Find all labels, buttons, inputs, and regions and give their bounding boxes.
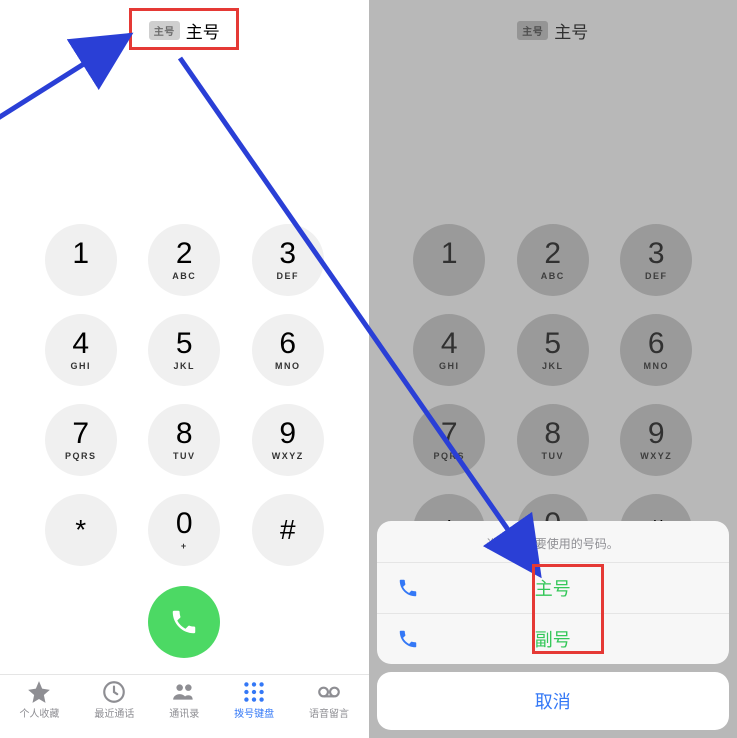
- call-button[interactable]: [148, 586, 220, 658]
- sim-selector[interactable]: 主号 主号: [0, 0, 369, 55]
- sim-selection-sheet: 选择现在要使用的号码。 主号 副号: [377, 521, 730, 664]
- tab-voicemail[interactable]: 语音留言: [309, 681, 349, 720]
- voicemail-icon: [316, 681, 342, 703]
- key-8[interactable]: 8 TUV: [148, 404, 220, 476]
- tab-label: 个人收藏: [19, 705, 59, 720]
- key-letters: +: [181, 541, 188, 551]
- key-2[interactable]: 2 ABC: [148, 224, 220, 296]
- keypad-icon: [241, 681, 267, 703]
- key-digit: 4: [72, 329, 89, 359]
- sim-label: 主号: [186, 18, 220, 43]
- key-4[interactable]: 4 GHI: [45, 314, 117, 386]
- tab-keypad[interactable]: 拨号键盘: [234, 681, 274, 720]
- key-digit: 1: [72, 239, 89, 269]
- key-digit: #: [280, 514, 296, 546]
- key-digit: 0: [176, 509, 193, 539]
- tab-label: 通讯录: [169, 705, 199, 720]
- sheet-title: 选择现在要使用的号码。: [377, 521, 730, 563]
- option-label: 副号: [535, 626, 571, 652]
- key-letters: PQRS: [65, 451, 97, 461]
- star-icon: [26, 681, 52, 703]
- key-digit: 6: [279, 329, 296, 359]
- key-*[interactable]: *: [45, 494, 117, 566]
- key-letters: GHI: [70, 361, 91, 371]
- key-digit: 8: [176, 419, 193, 449]
- key-letters: WXYZ: [272, 451, 304, 461]
- key-3[interactable]: 3 DEF: [252, 224, 324, 296]
- sim-badge-icon: 主号: [149, 21, 180, 40]
- key-letters: ABC: [172, 271, 196, 281]
- key-letters: DEF: [277, 271, 300, 281]
- annotation-header-box: [129, 8, 239, 50]
- tab-label: 拨号键盘: [234, 705, 274, 720]
- key-letters: TUV: [173, 451, 196, 461]
- key-1[interactable]: 1: [45, 224, 117, 296]
- phone-icon: [397, 628, 419, 650]
- key-digit: 2: [176, 239, 193, 269]
- key-letters: JKL: [173, 361, 195, 371]
- key-#[interactable]: #: [252, 494, 324, 566]
- sheet-cancel-button[interactable]: 取消: [377, 672, 730, 730]
- key-6[interactable]: 6 MNO: [252, 314, 324, 386]
- key-digit: 9: [279, 419, 296, 449]
- dial-keypad: 1 2ABC3DEF4GHI5JKL6MNO7PQRS8TUV9WXYZ*0+#: [0, 224, 369, 566]
- key-5[interactable]: 5 JKL: [148, 314, 220, 386]
- sheet-option-secondary[interactable]: 副号: [377, 614, 730, 664]
- option-label: 主号: [535, 575, 571, 601]
- key-9[interactable]: 9 WXYZ: [252, 404, 324, 476]
- phone-icon: [397, 577, 419, 599]
- key-0[interactable]: 0+: [148, 494, 220, 566]
- tab-label: 最近通话: [94, 705, 134, 720]
- dialer-screen-normal: 主号 主号 1 2 ABC 3 DEF 4 GHI 5 JKL 6 MNO 7 PQRS 8 TUV 9 WX…: [0, 0, 369, 738]
- key-letters: MNO: [275, 361, 301, 371]
- tab-star[interactable]: 个人收藏: [19, 681, 59, 720]
- clock-icon: [101, 681, 127, 703]
- dialer-screen-overlay: 主号 主号 1 2ABC3DEF4GHI5JKL6MNO7PQRS8TUV9WX…: [369, 0, 737, 738]
- key-7[interactable]: 7 PQRS: [45, 404, 117, 476]
- tab-label: 语音留言: [309, 705, 349, 720]
- tab-people[interactable]: 通讯录: [169, 681, 199, 720]
- people-icon: [171, 681, 197, 703]
- tab-bar: 个人收藏 最近通话 通讯录 拨号键盘 语音留言: [0, 674, 369, 730]
- sheet-option-primary[interactable]: 主号: [377, 563, 730, 614]
- key-digit: 5: [176, 329, 193, 359]
- tab-clock[interactable]: 最近通话: [94, 681, 134, 720]
- key-digit: 7: [72, 419, 89, 449]
- phone-icon: [169, 607, 199, 637]
- sim-selection-overlay: 选择现在要使用的号码。 主号 副号 取消: [369, 0, 737, 738]
- key-digit: 3: [279, 239, 296, 269]
- key-digit: *: [75, 514, 86, 546]
